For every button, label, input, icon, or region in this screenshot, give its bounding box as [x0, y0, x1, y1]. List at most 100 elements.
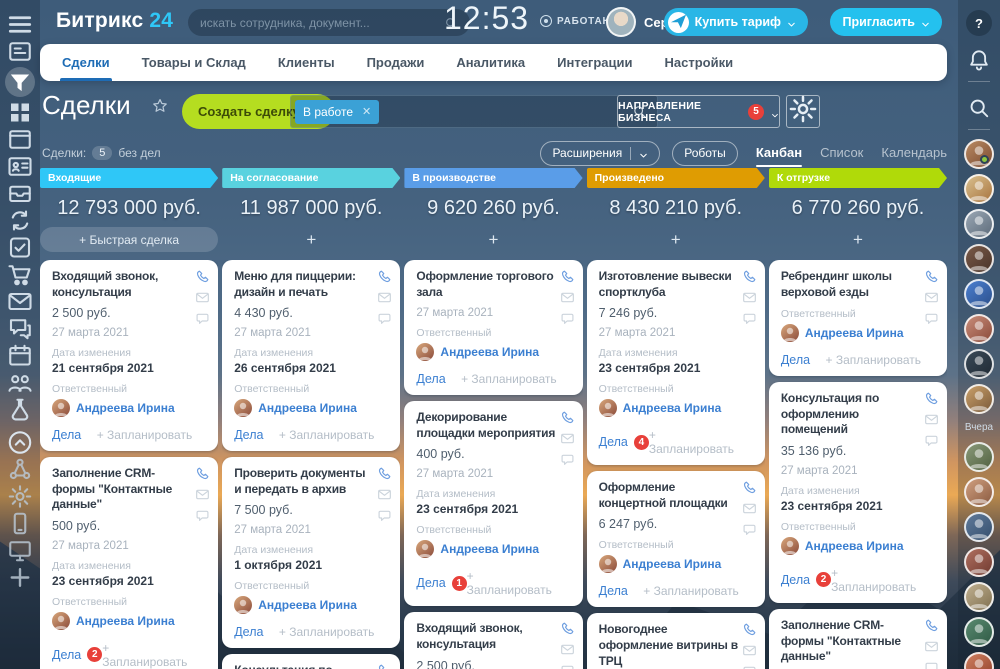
help-button[interactable]: ? [966, 10, 992, 36]
deal-title[interactable]: Консультация по оформлению помещений [781, 391, 921, 438]
deal-title[interactable]: Проверить документы и передать в архив [234, 466, 374, 497]
deal-title[interactable]: Изготовление вывески спортклуба [599, 269, 739, 300]
avatar[interactable] [964, 174, 994, 204]
deal-title[interactable]: Консультация по оформлению помещений [234, 663, 374, 669]
deals-link[interactable]: Дела [599, 584, 628, 598]
column-stage-ribbon[interactable]: Входящие [40, 168, 218, 188]
phone-call-icon[interactable] [195, 269, 210, 284]
tab-1[interactable]: Сделки [46, 44, 126, 81]
deal-card[interactable]: Входящий звонок, консультация 2 500 руб.… [404, 612, 582, 669]
phone-call-icon[interactable] [742, 269, 757, 284]
column-stage-ribbon[interactable]: К отгрузке [769, 168, 947, 188]
chat-bubble-icon[interactable] [377, 508, 392, 523]
mail-envelope-icon[interactable] [924, 412, 939, 427]
mail-envelope-icon[interactable] [377, 487, 392, 502]
responsible-name[interactable]: Андреева Ирина [76, 401, 175, 415]
phone-call-icon[interactable] [560, 269, 575, 284]
deal-title[interactable]: Новогоднее оформление витрины в ТРЦ [599, 622, 739, 669]
global-search[interactable] [188, 9, 470, 36]
chat-bubble-icon[interactable] [560, 452, 575, 467]
deal-card[interactable]: Консультация по оформлению помещений 35 … [222, 654, 400, 669]
chat-bubble-icon[interactable] [742, 522, 757, 537]
phone-call-icon[interactable] [924, 391, 939, 406]
phone-call-icon[interactable] [377, 466, 392, 481]
shop-cart-icon[interactable] [6, 261, 34, 288]
mail-envelope-icon[interactable] [560, 431, 575, 446]
mail-envelope-icon[interactable] [195, 487, 210, 502]
plan-activity-link[interactable]: + Запланировать [831, 566, 921, 594]
chevron-up-circle-icon[interactable] [6, 429, 34, 456]
deal-title[interactable]: Заполнение CRM-формы "Контактные данные" [781, 618, 921, 665]
view-option[interactable]: Список [820, 145, 863, 160]
tab-7[interactable]: Настройки [649, 44, 750, 81]
mail-envelope-icon[interactable] [560, 290, 575, 305]
plan-activity-link[interactable]: + Запланировать [643, 584, 739, 598]
deal-title[interactable]: Декорирование площадки мероприятия [416, 410, 556, 441]
deal-card[interactable]: Оформление концертной площадки 6 247 руб… [587, 471, 765, 607]
mail-envelope-icon[interactable] [742, 643, 757, 658]
feed-icon[interactable] [6, 38, 34, 65]
crm-funnel-icon[interactable] [5, 67, 35, 97]
mail-envelope-icon[interactable] [742, 501, 757, 516]
robots-button[interactable]: Роботы [672, 141, 738, 166]
inventory-drawer-icon[interactable] [6, 180, 34, 207]
avatar[interactable] [964, 652, 994, 669]
responsible-name[interactable]: Андреева Ирина [258, 401, 357, 415]
extensions-button[interactable]: Расширения [540, 141, 660, 166]
people-group-icon[interactable] [6, 369, 34, 396]
deal-card[interactable]: Заполнение CRM-формы "Контактные данные"… [40, 457, 218, 669]
chat-bubble-icon[interactable] [560, 311, 575, 326]
avatar[interactable] [964, 209, 994, 239]
column-stage-ribbon[interactable]: В производстве [404, 168, 582, 188]
deal-card[interactable]: Оформление торгового зала 27 марта 2021 … [404, 260, 582, 395]
view-option[interactable]: Календарь [881, 145, 947, 160]
mail-envelope-icon[interactable] [560, 642, 575, 657]
desktop-monitor-icon[interactable] [6, 537, 34, 564]
responsible-name[interactable]: Андреева Ирина [440, 345, 539, 359]
chat-bubble-icon[interactable] [377, 311, 392, 326]
avatar[interactable] [964, 617, 994, 647]
view-option[interactable]: Канбан [756, 145, 802, 160]
deals-link[interactable]: Дела 4 [599, 435, 649, 450]
plan-activity-link[interactable]: + Запланировать [461, 372, 557, 386]
phone-call-icon[interactable] [195, 466, 210, 481]
deals-link[interactable]: Дела 2 [52, 647, 102, 662]
buy-tariff-button[interactable]: Купить тариф [664, 8, 808, 36]
deal-card[interactable]: Консультация по оформлению помещений 35 … [769, 382, 947, 603]
quick-deal-button[interactable]: + Быстрая сделка [40, 227, 218, 252]
phone-call-icon[interactable] [377, 269, 392, 284]
responsible-name[interactable]: Андреева Ирина [258, 598, 357, 612]
add-deal-button[interactable]: + [222, 227, 400, 252]
mobile-phone-icon[interactable] [6, 510, 34, 537]
mail-envelope-icon[interactable] [742, 290, 757, 305]
sites-window-icon[interactable] [6, 126, 34, 153]
work-status[interactable]: РАБОТАЮ [540, 15, 614, 27]
filter-search-field[interactable]: В работе ✕ [290, 95, 658, 128]
chat-bubble-icon[interactable] [924, 660, 939, 669]
deal-title[interactable]: Меню для пиццерии: дизайн и печать [234, 269, 374, 300]
deal-card[interactable]: Меню для пиццерии: дизайн и печать 4 430… [222, 260, 400, 451]
deals-link[interactable]: Дела 1 [416, 576, 466, 591]
deals-link[interactable]: Дела 2 [781, 572, 831, 587]
avatar[interactable] [964, 349, 994, 379]
plan-activity-link[interactable]: + Запланировать [279, 428, 375, 442]
tasks-check-icon[interactable] [6, 234, 34, 261]
chat-bubble-icon[interactable] [924, 433, 939, 448]
mail-envelope-icon[interactable] [377, 290, 392, 305]
add-deal-button[interactable]: + [404, 227, 582, 252]
chat-bubble-icon[interactable] [924, 311, 939, 326]
deals-link[interactable]: Дела [234, 625, 263, 639]
work-clock[interactable]: 12:53 [444, 0, 529, 37]
plan-activity-link[interactable]: + Запланировать [102, 641, 192, 669]
mail-envelope-icon[interactable] [6, 288, 34, 315]
deal-title[interactable]: Входящий звонок, консультация [416, 621, 556, 652]
add-deal-button[interactable]: + [769, 227, 947, 252]
deal-card[interactable]: Проверить документы и передать в архив 7… [222, 457, 400, 648]
chat-bubble-icon[interactable] [742, 664, 757, 669]
filter-tag-in-progress[interactable]: В работе ✕ [295, 100, 379, 124]
column-stage-ribbon[interactable]: На согласование [222, 168, 400, 188]
tab-4[interactable]: Продажи [351, 44, 441, 81]
avatar[interactable] [964, 279, 994, 309]
deals-link[interactable]: Дела [52, 428, 81, 442]
mail-envelope-icon[interactable] [924, 290, 939, 305]
